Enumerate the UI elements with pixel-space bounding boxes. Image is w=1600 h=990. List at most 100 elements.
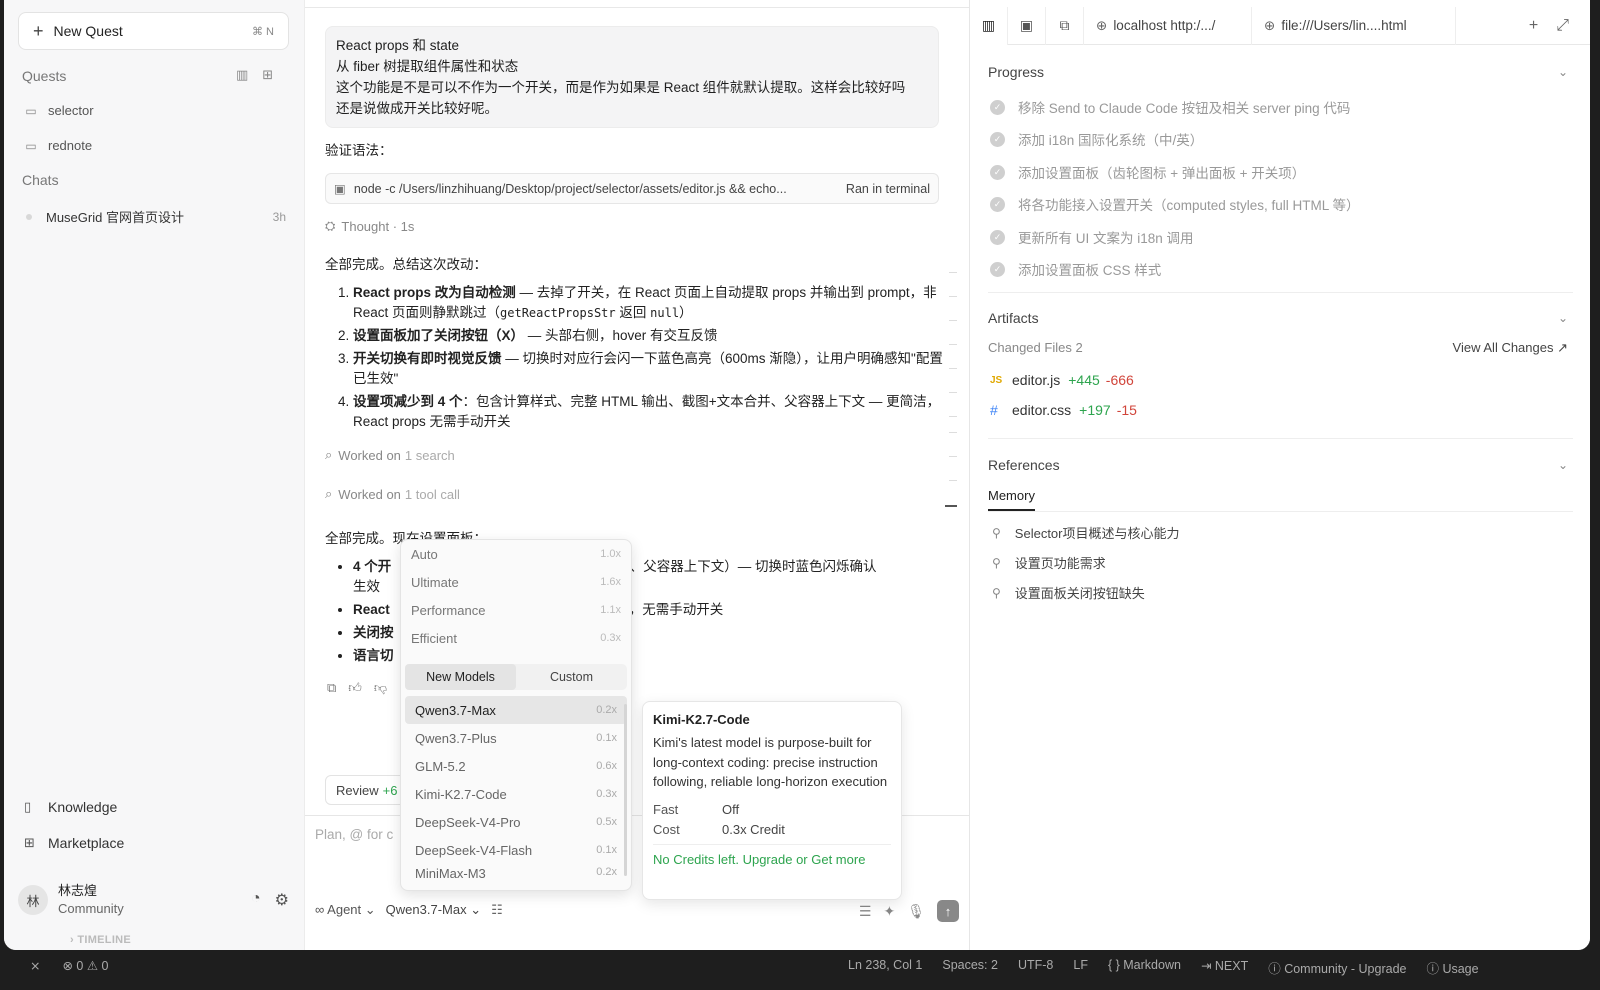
view-all-changes-link[interactable]: View All Changes ↗ bbox=[1453, 340, 1568, 356]
worked-search[interactable]: ⌕ Worked on 1 search bbox=[325, 447, 455, 463]
model-option[interactable]: Kimi-K2.7-Code 0.3x bbox=[405, 780, 627, 808]
model-tabs: New Models Custom bbox=[405, 664, 627, 690]
command-status: Ran in terminal bbox=[845, 181, 930, 196]
composer-input[interactable]: Plan, @ for c bbox=[315, 827, 393, 842]
file-row[interactable]: # editor.css +197 -15 bbox=[990, 402, 1137, 418]
file-row[interactable]: JS editor.js +445 -666 bbox=[990, 372, 1134, 388]
progress-item: ✓ 添加 i18n 国际化系统（中/英） bbox=[990, 129, 1203, 149]
preset-option[interactable]: Efficient 0.3x bbox=[401, 624, 631, 652]
quest-actions: ▥ ⊞ bbox=[236, 67, 273, 83]
thumbs-up-icon[interactable]: 👍︎ bbox=[348, 680, 362, 696]
chevron-down-icon[interactable]: ⌄ bbox=[1558, 65, 1568, 79]
new-quest-button[interactable]: + New Quest ⌘ N bbox=[18, 12, 289, 50]
dashboard-icon[interactable]: ◔ bbox=[251, 890, 261, 910]
language-mode[interactable]: { } Markdown bbox=[1108, 958, 1181, 977]
terminal-icon[interactable]: ▣ bbox=[1008, 6, 1046, 45]
marketplace-label: Marketplace bbox=[48, 835, 125, 851]
list-item: 开关切换有即时视觉反馈 — 切换时对应行会闪一下蓝色高亮（600ms 渐隐），让… bbox=[353, 349, 943, 389]
tab-localhost[interactable]: ⊕ localhost http:/.../ bbox=[1084, 6, 1252, 45]
model-option[interactable]: Qwen3.7-Max 0.2x bbox=[405, 696, 627, 724]
globe-icon: ⊕ bbox=[1264, 17, 1276, 33]
layout-icon[interactable]: ▥ bbox=[236, 67, 248, 83]
memory-item[interactable]: ⚲ 设置面板关闭按钮缺失 bbox=[992, 583, 1145, 602]
knowledge-label: Knowledge bbox=[48, 799, 118, 815]
message-actions: ⧉ 👍︎ 👎︎ bbox=[327, 680, 387, 696]
list-item: 设置项减少到 4 个：包含计算样式、完整 HTML 输出、截图+文本合并、父容器… bbox=[353, 392, 943, 432]
check-icon: ✓ bbox=[990, 131, 1005, 147]
preset-option[interactable]: Performance 1.1x bbox=[401, 596, 631, 624]
chat-item[interactable]: MuseGrid 官网首页设计 3h bbox=[26, 207, 286, 226]
worked-tool[interactable]: ⌕ Worked on 1 tool call bbox=[325, 486, 460, 502]
avatar[interactable]: 林 bbox=[18, 885, 48, 915]
checklist-icon[interactable]: ☷ bbox=[491, 902, 503, 918]
user-message-line: 还是说做成开关比较好呢。 bbox=[336, 101, 498, 116]
list-icon[interactable]: ☰ bbox=[859, 903, 872, 920]
usage-indicator[interactable]: ⓘ Usage bbox=[1426, 958, 1478, 977]
thumbs-down-icon[interactable]: 👎︎ bbox=[374, 680, 387, 696]
gear-icon[interactable]: ⚙ bbox=[275, 890, 289, 910]
agent-selector[interactable]: ∞ Agent ⌄ bbox=[315, 902, 376, 918]
preset-option[interactable]: Auto 1.0x bbox=[401, 540, 631, 568]
fast-value: Off bbox=[722, 801, 740, 817]
model-option[interactable]: DeepSeek-V4-Pro 0.5x bbox=[405, 808, 627, 836]
globe-icon: ⊕ bbox=[1096, 17, 1108, 33]
check-icon: ✓ bbox=[990, 196, 1005, 212]
model-option[interactable]: Qwen3.7-Plus 0.1x bbox=[405, 724, 627, 752]
remote-icon[interactable]: ⨯ bbox=[30, 958, 40, 973]
model-option[interactable]: GLM-5.2 0.6x bbox=[405, 752, 627, 780]
upgrade-link[interactable]: No Credits left. Upgrade or Get more bbox=[653, 852, 891, 867]
marketplace-icon: ⊞ bbox=[24, 835, 35, 850]
user-message-line: 这个功能是不是可以不作为一个开关，而是作为如果是 React 组件就默认提取。这… bbox=[336, 80, 906, 95]
encoding[interactable]: UTF-8 bbox=[1018, 958, 1053, 977]
line-ending[interactable]: LF bbox=[1073, 958, 1088, 977]
copy-icon[interactable]: ⧉ bbox=[1046, 6, 1084, 45]
list-item: 设置面板加了关闭按钮（X） — 头部右侧，hover 有交互反馈 bbox=[353, 326, 943, 346]
plus-icon: + bbox=[33, 20, 44, 41]
expand-icon[interactable]: ⤢ bbox=[1556, 17, 1569, 35]
model-selector[interactable]: Qwen3.7-Max ⌄ bbox=[386, 902, 481, 918]
terminal-command[interactable]: ▣ node -c /Users/linzhihuang/Desktop/pro… bbox=[325, 173, 939, 204]
references-heading: References bbox=[988, 457, 1060, 473]
preset-option[interactable]: Ultimate 1.6x bbox=[401, 568, 631, 596]
tab-new-models[interactable]: New Models bbox=[405, 664, 516, 690]
add-tab-icon[interactable]: + bbox=[1529, 17, 1538, 35]
chevron-down-icon[interactable]: ⌄ bbox=[1558, 311, 1568, 325]
tooltip-description: Kimi's latest model is purpose-built for… bbox=[653, 735, 888, 789]
thought-toggle[interactable]: ⛭ Thought · 1s bbox=[325, 218, 414, 234]
memory-item[interactable]: ⚲ Selector项目概述与核心能力 bbox=[992, 523, 1180, 542]
chat-time: 3h bbox=[272, 209, 286, 224]
tab-memory[interactable]: Memory bbox=[988, 488, 1035, 511]
next-indicator[interactable]: ⇥ NEXT bbox=[1201, 958, 1248, 977]
timeline-section[interactable]: › TIMELINE bbox=[70, 934, 131, 946]
marketplace-nav[interactable]: ⊞ Marketplace bbox=[24, 835, 124, 851]
book-icon: ▯ bbox=[24, 799, 32, 814]
pin-icon: ⚲ bbox=[992, 525, 1001, 540]
model-option[interactable]: MiniMax-M3 0.2x bbox=[405, 864, 627, 882]
knowledge-nav[interactable]: ▯ Knowledge bbox=[24, 799, 117, 815]
copy-icon[interactable]: ⧉ bbox=[327, 680, 336, 696]
chevron-down-icon[interactable]: ⌄ bbox=[1558, 458, 1568, 472]
sparkle-icon[interactable]: ✦ bbox=[883, 903, 895, 920]
scrollbar[interactable] bbox=[624, 704, 627, 876]
problems-indicator[interactable]: ⊗ 0 ⚠ 0 bbox=[62, 958, 108, 973]
indentation[interactable]: Spaces: 2 bbox=[942, 958, 998, 977]
check-icon: ✓ bbox=[990, 261, 1005, 277]
progress-heading: Progress bbox=[988, 64, 1045, 80]
cursor-position[interactable]: Ln 238, Col 1 bbox=[848, 958, 922, 977]
send-button[interactable]: ↑ bbox=[937, 900, 959, 922]
summary-title: 全部完成。总结这次改动： bbox=[325, 257, 487, 272]
status-bar: › TIMELINE ⨯ ⊗ 0 ⚠ 0 Ln 238, Col 1 Space… bbox=[0, 934, 1600, 990]
quest-item-rednote[interactable]: ▭ rednote bbox=[24, 138, 92, 153]
quest-item-selector[interactable]: ▭ selector bbox=[24, 103, 93, 118]
microphone-icon[interactable]: 🎙︎ bbox=[907, 903, 925, 920]
community-upgrade[interactable]: ⓘ Community - Upgrade bbox=[1268, 958, 1406, 977]
memory-item[interactable]: ⚲ 设置页功能需求 bbox=[992, 553, 1106, 572]
command-text: node -c /Users/linzhihuang/Desktop/proje… bbox=[353, 181, 787, 196]
tab-file[interactable]: ⊕ file:///Users/lin....html bbox=[1252, 6, 1456, 45]
tab-custom[interactable]: Custom bbox=[516, 664, 627, 690]
check-icon: ✓ bbox=[990, 99, 1005, 115]
model-option[interactable]: DeepSeek-V4-Flash 0.1x bbox=[405, 836, 627, 864]
new-folder-icon[interactable]: ⊞ bbox=[262, 67, 273, 83]
map-icon[interactable]: ▥ bbox=[970, 6, 1008, 45]
summary-list: React props 改为自动检测 — 去掉了开关，在 React 页面上自动… bbox=[353, 283, 943, 435]
